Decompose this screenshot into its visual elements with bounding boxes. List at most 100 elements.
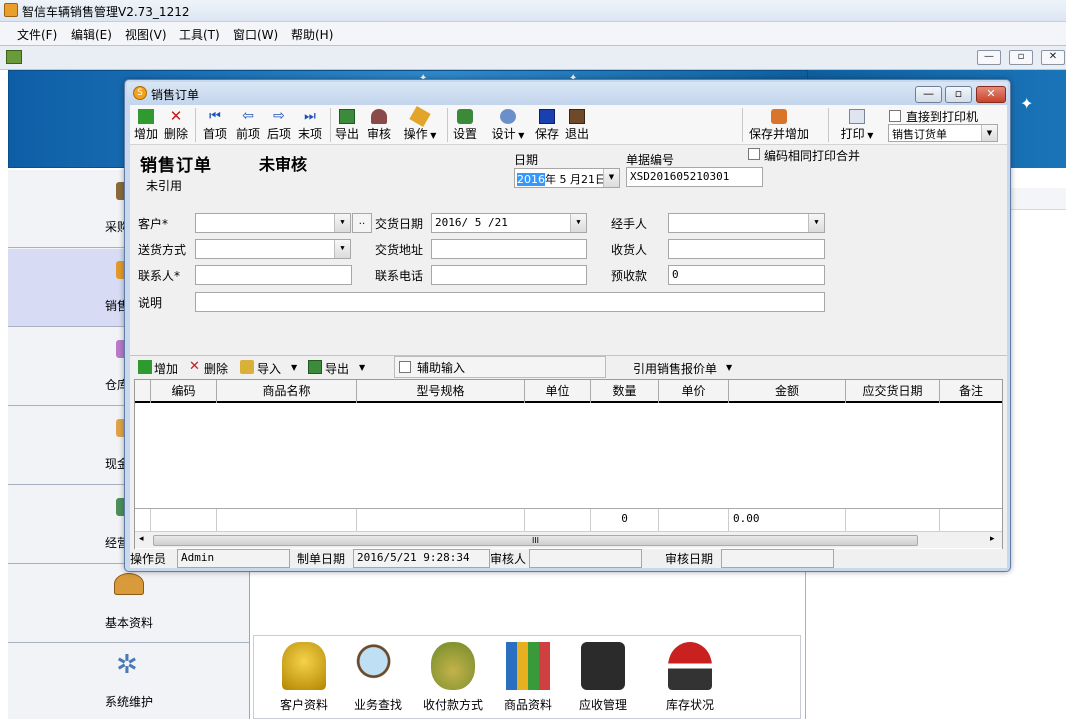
column-header-spec[interactable]: 型号规格 [357, 380, 525, 403]
shipping-select[interactable]: ▼ [195, 239, 351, 259]
dropdown-arrow-icon: ▼ [726, 363, 733, 372]
toolbar-save-button[interactable]: 保存 [533, 109, 561, 143]
menu-tools[interactable]: 工具(T) [175, 26, 224, 42]
shortcut-label: 库存状况 [665, 698, 714, 712]
doc-title: 销售订单 [140, 156, 212, 176]
shortcut-goods[interactable]: 商品资料 [488, 640, 568, 713]
chevron-down-icon: ▼ [334, 214, 350, 232]
dialog-close-button[interactable]: ✕ [976, 86, 1006, 103]
toolbar-export-button[interactable]: 导出 [334, 109, 360, 143]
receiver-label: 收货人 [611, 243, 648, 257]
menu-help[interactable]: 帮助(H) [287, 26, 337, 42]
column-header-price[interactable]: 单价 [659, 380, 729, 403]
handler-label: 经手人 [611, 217, 648, 231]
save-add-icon [771, 109, 787, 124]
toolbar-operate-button[interactable]: 操作 ▼ [400, 106, 440, 143]
money-bag-icon [431, 642, 475, 690]
mdi-restore-button[interactable]: ▫ [1009, 50, 1033, 65]
reference-status: 未引用 [146, 179, 183, 193]
delivery-date-picker[interactable]: 2016/ 5 /21 ▼ [431, 213, 587, 233]
scroll-left-icon[interactable]: ◂ [139, 534, 144, 544]
toolbar-audit-button[interactable]: 审核 [365, 109, 393, 143]
date-label: 日期 [514, 153, 539, 167]
receiver-field[interactable] [668, 239, 825, 259]
merge-print-checkbox[interactable] [748, 148, 760, 160]
menu-window[interactable]: 窗口(W) [229, 26, 282, 42]
docno-label: 单据编号 [626, 153, 675, 167]
grid-add-button[interactable]: 增加 [154, 360, 178, 377]
toolbar-last-button[interactable]: ⏭ 末项 [296, 109, 324, 143]
toolbar-design-button[interactable]: 设计 ▼ [488, 109, 528, 143]
column-header-unit[interactable]: 单位 [525, 380, 591, 403]
toolbar-first-button[interactable]: ⏮ 首项 [201, 109, 229, 143]
design-icon [500, 109, 516, 124]
scroll-thumb[interactable]: III [153, 535, 918, 546]
shortcut-customer[interactable]: 客户资料 [264, 640, 344, 713]
docno-field[interactable]: XSD201605210301 [626, 167, 763, 187]
grid-foot-cell [525, 509, 591, 531]
mdi-close-button[interactable]: ✕ [1041, 50, 1065, 65]
toolbar-save-add-button[interactable]: 保存并增加 [746, 109, 812, 143]
column-header-note[interactable]: 备注 [940, 380, 1002, 403]
toolbar-delete-button[interactable]: ✕ 删除 [162, 109, 190, 143]
dialog-minimize-button[interactable]: — [915, 86, 942, 103]
assist-input-checkbox[interactable] [399, 361, 411, 373]
column-header-name[interactable]: 商品名称 [217, 380, 357, 403]
print-template-select[interactable]: 销售订货单 ▼ [888, 124, 998, 142]
grid-import-button[interactable]: 导入 [257, 360, 281, 377]
wrench-icon: ✲ [116, 650, 138, 680]
toolbar-prev-button[interactable]: ⇦ 前项 [234, 109, 262, 143]
shortcut-payment[interactable]: 收付款方式 [413, 640, 493, 713]
phone-field[interactable] [431, 265, 587, 285]
grid-horizontal-scrollbar[interactable]: ◂ III ▸ [135, 531, 1002, 548]
search-icon [356, 642, 400, 690]
column-header-code[interactable]: 编码 [151, 380, 217, 403]
customer-select[interactable]: ▼ [195, 213, 351, 233]
chevron-down-icon: ▼ [981, 125, 997, 141]
shortcut-receivable[interactable]: 应收管理 [563, 640, 643, 713]
operate-icon [409, 106, 431, 127]
direct-print-label: 直接到打印机 [906, 110, 979, 124]
settings-icon [457, 109, 473, 124]
prepay-field[interactable]: 0 [668, 265, 825, 285]
mdi-minimize-button[interactable]: — [977, 50, 1001, 65]
menu-view[interactable]: 视图(V) [121, 26, 171, 42]
delete-icon: ✕ [189, 359, 200, 374]
next-icon: ⇨ [273, 108, 285, 124]
dialog-maximize-button[interactable]: ▫ [945, 86, 972, 103]
dialog-icon: S [133, 86, 147, 100]
menu-edit[interactable]: 编辑(E) [67, 26, 116, 42]
dialog-body: 增加 ✕ 删除 ⏮ 首项 ⇦ 前项 ⇨ 后项 ⏭ 末项 导出 审核 操作 ▼ 设… [130, 105, 1007, 568]
audit-date-field [721, 549, 834, 568]
grid-export-button[interactable]: 导出 [325, 360, 349, 377]
handler-select[interactable]: ▼ [668, 213, 825, 233]
toolbar-settings-button[interactable]: 设置 [451, 109, 479, 143]
menu-file[interactable]: 文件(F) [13, 26, 61, 42]
grid-totals-row: 0 0.00 [135, 508, 1002, 531]
books-icon [506, 642, 550, 690]
note-field[interactable] [195, 292, 825, 312]
customer-browse-button[interactable]: ‥ [352, 213, 372, 233]
column-header-amount[interactable]: 金额 [729, 380, 846, 403]
scroll-right-icon[interactable]: ▸ [990, 534, 995, 544]
dialog-titlebar: S 销售订单 — ▫ ✕ [127, 82, 1008, 105]
shortcut-inventory[interactable]: 库存状况 [650, 640, 730, 713]
toolbar-add-button[interactable]: 增加 [133, 109, 159, 143]
nav-item-system[interactable]: ✲ 系统维护 [8, 644, 250, 722]
nav-item-basic-data[interactable]: 基本资料 [8, 565, 250, 643]
delivery-date-label: 交货日期 [375, 217, 424, 231]
toolbar-exit-button[interactable]: 退出 [563, 109, 591, 143]
column-header-due-date[interactable]: 应交货日期 [846, 380, 940, 403]
order-date-picker[interactable]: 2016年 5 月21日 ▼ [514, 168, 620, 188]
shipping-label: 送货方式 [138, 243, 187, 257]
contact-field[interactable] [195, 265, 352, 285]
direct-print-checkbox[interactable] [889, 110, 901, 122]
quote-reference-button[interactable]: 引用销售报价单 [633, 360, 717, 377]
column-header-qty[interactable]: 数量 [591, 380, 659, 403]
toolbar-print-button[interactable]: 打印 ▼ [836, 109, 878, 143]
app-title: 智信车辆销售管理V2.73_1212 [22, 5, 190, 19]
toolbar-next-button[interactable]: ⇨ 后项 [265, 109, 293, 143]
shortcut-search[interactable]: 业务查找 [338, 640, 418, 713]
address-field[interactable] [431, 239, 587, 259]
grid-delete-button[interactable]: 删除 [204, 360, 228, 377]
